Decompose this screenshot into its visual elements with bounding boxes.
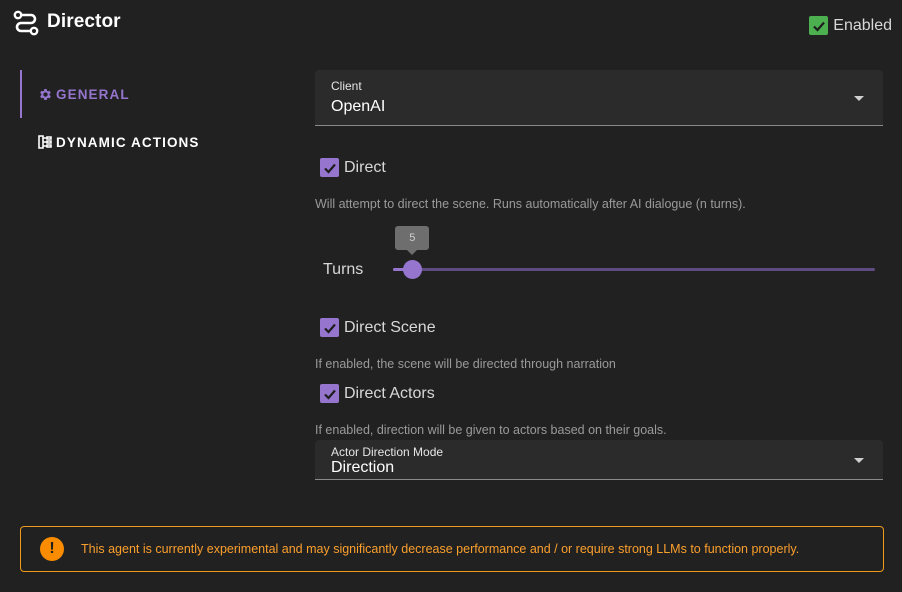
client-select-label: Client: [331, 79, 362, 93]
nav-item-label: GENERAL: [56, 86, 130, 102]
direct-scene-label: Direct Scene: [344, 318, 436, 336]
header-logo-icon: [12, 9, 40, 37]
enabled-label: Enabled: [833, 16, 892, 34]
actor-direction-mode-select[interactable]: Actor Direction Mode Direction: [315, 440, 883, 480]
experimental-warning-alert: ! This agent is currently experimental a…: [20, 526, 884, 572]
enabled-checkbox[interactable]: Enabled: [809, 16, 892, 35]
direct-actors-checkbox[interactable]: Direct Actors: [320, 384, 435, 403]
check-icon: [809, 16, 829, 35]
direct-checkbox[interactable]: Direct: [320, 158, 386, 177]
page-title: Director: [47, 11, 121, 32]
direct-scene-hint: If enabled, the scene will be directed t…: [315, 357, 616, 371]
direct-scene-checkbox[interactable]: Direct Scene: [320, 318, 436, 337]
direct-actors-hint: If enabled, direction will be given to a…: [315, 423, 667, 437]
warning-text: This agent is currently experimental and…: [81, 542, 800, 556]
actor-direction-mode-label: Actor Direction Mode: [331, 445, 444, 459]
nav-item-general[interactable]: GENERAL: [20, 70, 280, 118]
chevron-down-icon: [854, 96, 864, 101]
turns-label: Turns: [323, 261, 364, 278]
side-nav: GENERAL DYNAMIC ACTIONS: [20, 70, 280, 166]
tree-actions-icon: [37, 134, 53, 150]
turns-value-bubble: 5: [395, 226, 430, 255]
check-icon: [320, 318, 339, 337]
actor-direction-mode-value: Direction: [331, 459, 395, 476]
client-select-value: OpenAI: [331, 98, 386, 115]
nav-item-dynamic-actions[interactable]: DYNAMIC ACTIONS: [20, 118, 280, 166]
client-select[interactable]: Client OpenAI: [315, 70, 883, 126]
check-icon: [320, 158, 339, 177]
nav-item-label: DYNAMIC ACTIONS: [56, 134, 200, 150]
exclamation-icon: !: [40, 537, 64, 561]
turns-slider-track[interactable]: [393, 268, 875, 271]
gear-icon: [37, 86, 53, 102]
check-icon: [320, 384, 339, 403]
turns-slider-thumb[interactable]: [402, 260, 422, 279]
direct-actors-label: Direct Actors: [344, 384, 435, 402]
direct-hint: Will attempt to direct the scene. Runs a…: [315, 197, 746, 211]
chevron-down-icon: [854, 458, 864, 463]
direct-label: Direct: [344, 158, 386, 176]
